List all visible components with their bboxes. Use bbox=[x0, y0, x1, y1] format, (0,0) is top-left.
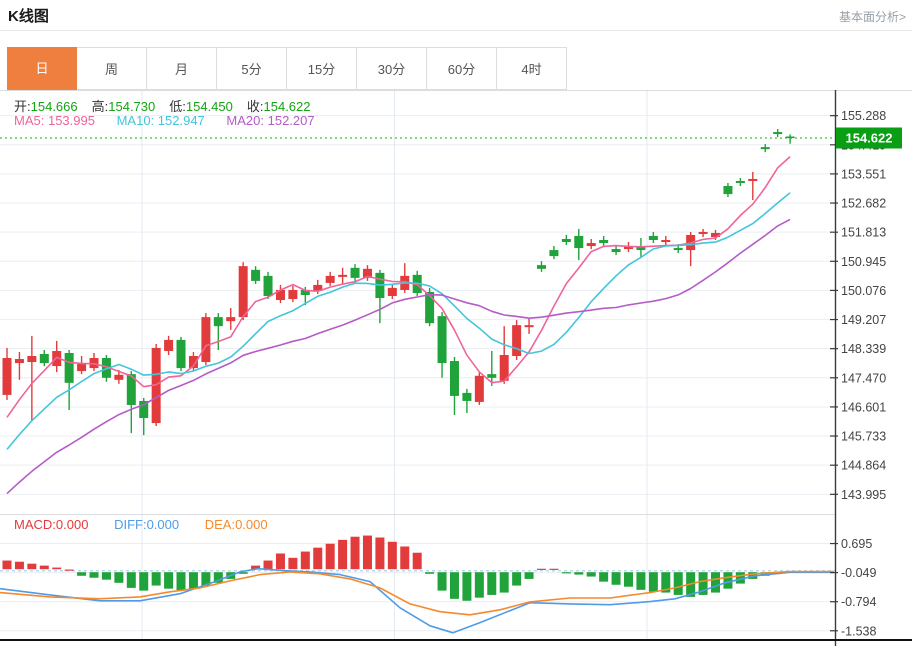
tab-15分[interactable]: 15分 bbox=[287, 47, 357, 90]
tab-周[interactable]: 周 bbox=[77, 47, 147, 90]
svg-text:0.695: 0.695 bbox=[841, 537, 872, 551]
open-value: 154.666 bbox=[30, 99, 78, 114]
svg-text:143.995: 143.995 bbox=[841, 488, 886, 502]
header-divider bbox=[0, 30, 912, 31]
tab-4时[interactable]: 4时 bbox=[497, 47, 567, 90]
current-price-badge: 154.622 bbox=[836, 127, 902, 149]
ma20-line bbox=[6, 218, 791, 495]
svg-text:154.622: 154.622 bbox=[846, 131, 893, 146]
macd-readout: MACD:0.000 DIFF:0.000 DEA:0.000 bbox=[14, 517, 290, 532]
fundamental-analysis-link[interactable]: 基本面分析> bbox=[839, 8, 906, 25]
svg-text:149.207: 149.207 bbox=[841, 313, 886, 327]
tab-60分[interactable]: 60分 bbox=[427, 47, 497, 90]
close-label: 收: bbox=[246, 99, 264, 114]
open-label: 开: bbox=[14, 99, 31, 114]
ma5-readout: MA5: 153.995 bbox=[14, 113, 95, 128]
svg-text:150.945: 150.945 bbox=[841, 255, 886, 269]
tab-30分[interactable]: 30分 bbox=[357, 47, 427, 90]
diff-line bbox=[0, 567, 834, 634]
svg-text:-0.794: -0.794 bbox=[841, 595, 876, 609]
macd-histogram bbox=[2, 535, 783, 601]
macd-axis: 0.695 -0.049 -0.794 -1.538 bbox=[830, 537, 876, 638]
svg-text:144.864: 144.864 bbox=[841, 459, 886, 473]
svg-text:147.470: 147.470 bbox=[841, 371, 886, 385]
macd-value: MACD:0.000 bbox=[14, 517, 89, 532]
page-title: K线图 bbox=[8, 8, 49, 25]
low-value: 154.450 bbox=[185, 99, 233, 114]
close-value: 154.622 bbox=[263, 99, 311, 114]
ma-readout: MA5: 153.995 MA10: 152.947 MA20: 152.207 bbox=[14, 113, 333, 128]
ma20-readout: MA20: 152.207 bbox=[226, 113, 315, 128]
tab-5分[interactable]: 5分 bbox=[217, 47, 287, 90]
svg-text:152.682: 152.682 bbox=[841, 197, 886, 211]
high-label: 高: bbox=[91, 99, 109, 114]
svg-text:151.813: 151.813 bbox=[841, 226, 886, 240]
svg-text:146.601: 146.601 bbox=[841, 400, 886, 414]
low-label: 低: bbox=[169, 99, 186, 114]
high-value: 154.730 bbox=[108, 99, 156, 114]
dea-line bbox=[0, 570, 834, 616]
svg-text:-1.538: -1.538 bbox=[841, 624, 876, 638]
svg-text:155.288: 155.288 bbox=[841, 109, 886, 123]
tab-日[interactable]: 日 bbox=[7, 47, 77, 90]
svg-text:148.339: 148.339 bbox=[841, 342, 886, 356]
svg-text:150.076: 150.076 bbox=[841, 284, 886, 298]
svg-text:145.733: 145.733 bbox=[841, 430, 886, 444]
svg-text:153.551: 153.551 bbox=[841, 167, 886, 181]
ma10-line bbox=[6, 192, 791, 450]
diff-value: DIFF:0.000 bbox=[114, 517, 180, 532]
ma10-readout: MA10: 152.947 bbox=[116, 113, 205, 128]
dea-value: DEA:0.000 bbox=[204, 517, 268, 532]
svg-text:-0.049: -0.049 bbox=[841, 566, 876, 580]
period-tab-bar: 日周月 5分 15分 30分 60分 4时 bbox=[7, 47, 567, 90]
tab-月[interactable]: 月 bbox=[147, 47, 217, 90]
